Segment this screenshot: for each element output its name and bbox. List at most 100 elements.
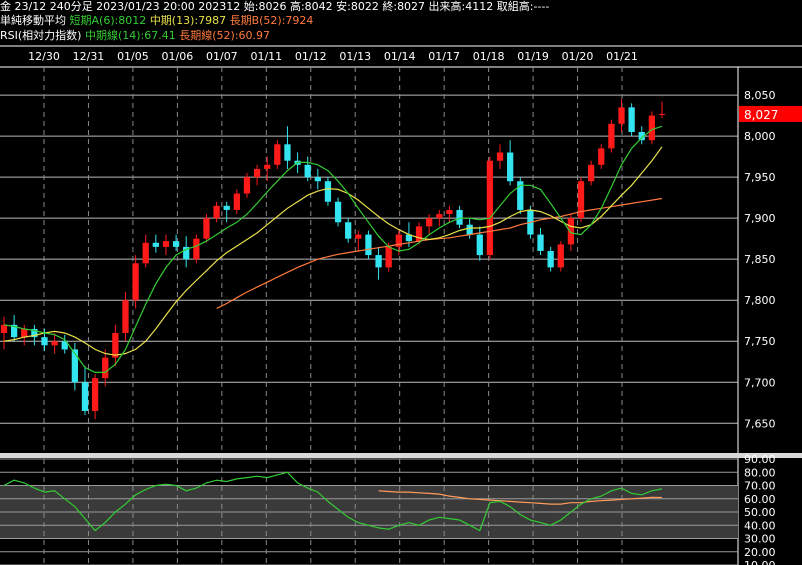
candle-down — [314, 177, 321, 182]
price-tick-label: 7,800 — [744, 294, 776, 307]
price-tick-label: 8,000 — [744, 130, 776, 143]
candle-down — [284, 144, 291, 161]
candle-up — [608, 123, 615, 149]
rsi-tick-label: 90.00 — [744, 453, 776, 466]
candle-up — [243, 177, 251, 194]
candle-down — [547, 250, 554, 268]
candle-down — [476, 234, 483, 256]
last-price-label: 8,027 — [744, 108, 778, 122]
date-tick-label: 12/30 — [28, 50, 60, 63]
price-tick-label: 7,750 — [744, 335, 776, 348]
candle-up — [436, 214, 443, 219]
date-tick-label: 01/13 — [339, 50, 371, 63]
candle-up — [567, 218, 575, 245]
candle-up — [598, 148, 605, 165]
quote-header: 金 23/12 240分足 2023/01/23 20:00 202312 始:… — [0, 0, 802, 14]
rsi-mid-label: 中期線(14):67.41 — [84, 29, 176, 42]
ma-title: 単純移動平均 — [0, 14, 66, 27]
candle-up — [193, 238, 200, 260]
rsi-long-label: 長期線(52):60.97 — [179, 29, 271, 42]
candle-up — [264, 164, 271, 169]
candle-up — [0, 324, 8, 334]
rsi-tick-label: 40.00 — [744, 519, 776, 532]
price-tick-label: 7,850 — [744, 253, 776, 266]
chart-canvas: 12/30 12/31 01/05 01/06 01/07 01/11 01/12 01/13… — [0, 45, 802, 565]
candle-up — [415, 226, 423, 242]
ma-short-label: 短期A(6):8012 — [69, 14, 147, 27]
ma-mid-label: 中期(13):7987 — [149, 14, 227, 27]
rsi-tick-label: 10.00 — [744, 559, 776, 565]
candle-down — [456, 209, 463, 225]
candle-up — [557, 244, 564, 268]
candle-up — [132, 263, 139, 301]
candle-down — [466, 224, 473, 235]
candle-down — [324, 181, 332, 202]
price-tick-label: 7,950 — [744, 171, 776, 184]
candle-up — [618, 107, 625, 124]
candle-up — [588, 164, 595, 182]
date-tick-label: 01/07 — [206, 50, 238, 63]
candle-down — [172, 241, 180, 247]
candle-down — [41, 337, 48, 346]
date-tick-label: 01/14 — [384, 50, 416, 63]
candle-up — [253, 168, 261, 178]
candle-down — [537, 234, 544, 251]
candle-down — [152, 242, 159, 247]
quote-summary: 金 23/12 240分足 2023/01/23 20:00 202312 始:… — [0, 0, 550, 13]
candle-down — [223, 205, 230, 210]
candle-down — [628, 107, 635, 132]
candle-down — [81, 382, 89, 411]
candle-down — [507, 152, 514, 182]
candle-up — [274, 144, 281, 165]
candle-up — [355, 234, 362, 239]
candle-up — [446, 209, 453, 215]
date-tick-label: 01/12 — [295, 50, 327, 63]
date-tick-label: 01/05 — [117, 50, 149, 63]
price-tick-label: 7,650 — [744, 417, 776, 430]
candle-down — [365, 234, 372, 256]
price-tick-label: 7,900 — [744, 212, 776, 225]
candle-up — [21, 328, 28, 338]
candle-down — [375, 255, 382, 268]
rsi-title: RSI(相対力指数) — [0, 29, 82, 42]
date-tick-label: 01/19 — [517, 50, 549, 63]
candle-up — [648, 115, 656, 141]
pane-separator — [0, 453, 802, 458]
candle-up — [51, 341, 58, 346]
candle-up — [112, 333, 119, 358]
candle-up — [91, 378, 99, 411]
candle-up — [426, 218, 433, 227]
date-tick-label: 12/31 — [73, 50, 105, 63]
rsi-tick-label: 70.00 — [744, 480, 776, 493]
date-tick-label: 01/17 — [428, 50, 460, 63]
candle-up — [658, 113, 666, 115]
price-tick-label: 8,050 — [744, 89, 776, 102]
date-tick-label: 01/06 — [162, 50, 194, 63]
price-tick-label: 7,700 — [744, 376, 776, 389]
date-tick-label: 01/21 — [606, 50, 638, 63]
rsi-tick-label: 30.00 — [744, 533, 776, 546]
candle-up — [162, 241, 170, 247]
date-tick-label: 01/18 — [473, 50, 505, 63]
rsi-tick-label: 80.00 — [744, 466, 776, 479]
candle-up — [203, 218, 210, 239]
rsi-tick-label: 50.00 — [744, 506, 776, 519]
candle-up — [213, 205, 220, 219]
date-tick-label: 01/11 — [250, 50, 282, 63]
rsi-tick-label: 20.00 — [744, 546, 776, 559]
candle-up — [142, 242, 149, 264]
candle-up — [486, 160, 494, 256]
candle-up — [102, 357, 109, 379]
candle-up — [385, 246, 392, 268]
date-tick-label: 01/20 — [562, 50, 594, 63]
moving-average-legend: 単純移動平均 短期A(6):8012 中期(13):7987 長期B(52):7… — [0, 14, 802, 28]
candle-down — [345, 222, 352, 239]
ma-long-label: 長期B(52):7924 — [229, 14, 314, 27]
candle-down — [334, 201, 342, 223]
candle-up — [233, 193, 240, 210]
candle-up — [122, 300, 129, 334]
rsi-legend: RSI(相対力指数) 中期線(14):67.41 長期線(52):60.97 — [0, 29, 802, 43]
rsi-tick-label: 60.00 — [744, 493, 776, 506]
candle-down — [304, 164, 311, 178]
candle-up — [496, 152, 504, 161]
